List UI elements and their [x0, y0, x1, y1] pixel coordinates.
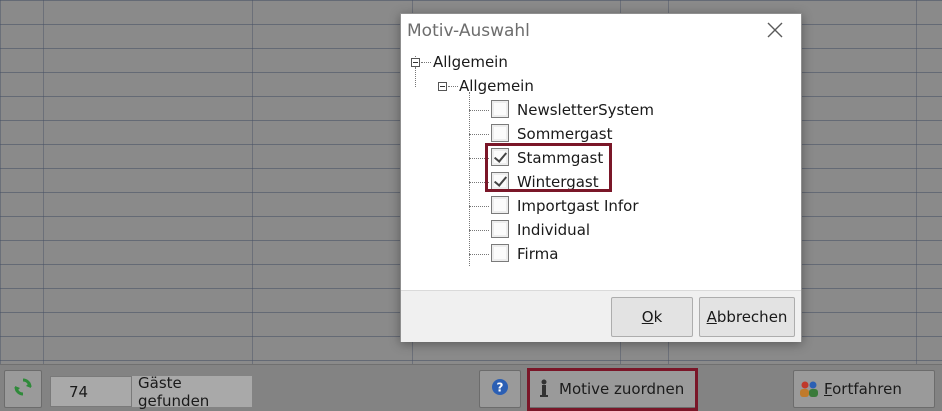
refresh-button[interactable] — [4, 370, 42, 408]
assign-highlight-frame — [527, 368, 698, 411]
tree-line — [415, 67, 416, 87]
grid-column-line — [43, 0, 44, 364]
tree-line — [469, 110, 489, 111]
close-icon — [767, 22, 783, 42]
guest-count-field: 74 — [50, 376, 132, 407]
cancel-label-rest: bbrechen — [716, 308, 788, 326]
importgast-infor-checkbox[interactable] — [491, 196, 509, 214]
tree-line — [469, 92, 470, 266]
tree-line — [469, 134, 489, 135]
svg-text:?: ? — [497, 381, 504, 395]
guest-count-label: Gäste gefunden — [132, 374, 252, 410]
motive-selection-dialog: Motiv-Auswahl Allgemein Allgemein Newsle… — [400, 13, 802, 342]
close-button[interactable] — [765, 22, 785, 42]
continue-mnemonic: F — [824, 380, 833, 398]
tree-line — [469, 230, 489, 231]
dialog-title: Motiv-Auswahl — [407, 21, 530, 41]
continue-label-rest: ortfahren — [832, 380, 902, 398]
tree-collapse-toggle-group[interactable] — [438, 82, 447, 91]
grid-column-line — [916, 0, 917, 364]
tree-root-label[interactable]: Allgemein — [433, 50, 508, 74]
ok-mnemonic: O — [641, 308, 654, 326]
firma-checkbox[interactable] — [491, 244, 509, 262]
grid-column-line — [252, 0, 253, 364]
tree-line — [469, 254, 489, 255]
checked-items-highlight-frame — [485, 143, 612, 192]
cancel-button[interactable]: Abbrechen — [699, 297, 795, 337]
newslettersystem-checkbox[interactable] — [491, 100, 509, 118]
cancel-mnemonic: A — [706, 308, 717, 326]
tree-line — [448, 86, 458, 87]
continue-label: Fortfahren — [824, 380, 902, 398]
tree-item-label: Individual — [517, 221, 591, 239]
tree-item-label: Importgast Infor — [517, 197, 639, 215]
tree-item-label: NewsletterSystem — [517, 101, 655, 119]
tree-item-label: Firma — [517, 245, 559, 263]
refresh-icon — [13, 377, 33, 401]
ok-label-rest: k — [653, 308, 663, 326]
dialog-footer: Ok Abbrechen — [401, 290, 801, 342]
help-icon: ? — [491, 378, 509, 400]
bottom-toolbar: 74 Gäste gefunden ? Motive zuordnen Fort… — [0, 364, 942, 411]
continue-button[interactable]: Fortfahren — [793, 370, 935, 408]
ok-button[interactable]: Ok — [611, 297, 693, 337]
help-button[interactable]: ? — [479, 370, 521, 408]
tree-group-label[interactable]: Allgemein — [459, 74, 534, 98]
tree-line — [421, 62, 431, 63]
sommergast-checkbox[interactable] — [491, 124, 509, 142]
individual-checkbox[interactable] — [491, 220, 509, 238]
tree-collapse-toggle-root[interactable] — [411, 58, 420, 67]
users-icon — [798, 380, 820, 398]
motive-tree: Allgemein Allgemein NewsletterSystem Som… — [401, 48, 801, 290]
tree-line — [469, 206, 489, 207]
